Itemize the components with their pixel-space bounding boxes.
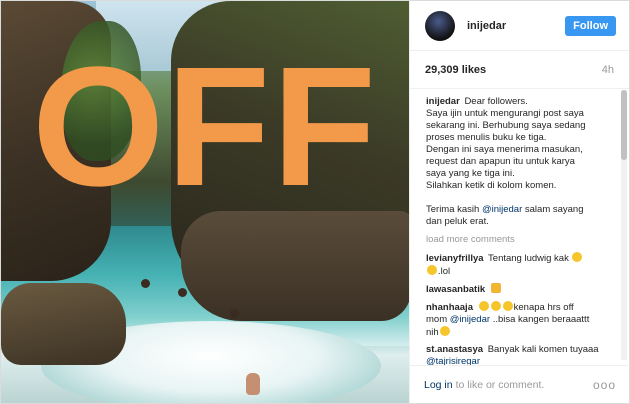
caption-line: proses menulis buku ke tiga. xyxy=(426,132,547,143)
emoji-icon xyxy=(439,326,450,336)
caption-line: Saya ijin untuk mengurangi post saya xyxy=(426,108,584,119)
post-overlay-text: OFF xyxy=(32,32,378,222)
comment-username[interactable]: levianyfrillya xyxy=(426,253,484,264)
caption-mention[interactable]: @inijedar xyxy=(482,204,522,215)
post-footer: Log in to like or comment. ooo xyxy=(410,365,630,403)
comment-item: nhanhaaja kenapa hrs off mom @inijedar .… xyxy=(426,301,612,339)
post-caption: inijedar Dear followers. Saya ijin untuk… xyxy=(426,96,612,228)
comment-text: .lol xyxy=(438,266,451,277)
post-header: inijedar Follow xyxy=(410,1,629,51)
comment-username[interactable]: lawasanbatik xyxy=(426,284,485,295)
comment-text: nih xyxy=(426,327,439,338)
caption-line: Dengan ini saya menerima masukan, xyxy=(426,144,583,155)
follow-button[interactable]: Follow xyxy=(565,15,616,36)
comments-list[interactable]: inijedar Dear followers. Saya ijin untuk… xyxy=(410,90,630,365)
comment-mention[interactable]: @inijedar xyxy=(450,314,490,325)
comment-text: ..bisa kangen beraaattt xyxy=(492,314,590,325)
post-photo[interactable]: OFF xyxy=(1,1,409,403)
login-link[interactable]: Log in xyxy=(424,379,453,391)
emoji-icon xyxy=(478,301,489,311)
caption-thanks: Terima kasih xyxy=(426,204,482,215)
caption-line: saya yang ke tiga ini. xyxy=(426,168,515,179)
emoji-icon xyxy=(427,265,437,275)
comment-text: kenapa hrs off xyxy=(513,302,574,313)
caption-username[interactable]: inijedar xyxy=(426,96,460,107)
scrollbar-thumb[interactable] xyxy=(621,90,627,160)
comments-scrollbar[interactable] xyxy=(621,90,627,360)
comment-item: levianyfrillya Tentang ludwig kak .lol xyxy=(426,252,612,278)
emoji-icon xyxy=(572,252,583,262)
comment-text: Tentang ludwig kak xyxy=(488,253,569,264)
comment-username[interactable]: nhanhaaja xyxy=(426,302,473,313)
caption-line: Silahkan ketik di kolom komen. xyxy=(426,180,557,191)
comment-item: lawasanbatik xyxy=(426,283,612,296)
more-options-icon[interactable]: ooo xyxy=(593,378,616,392)
load-more-comments-link[interactable]: load more comments xyxy=(426,234,612,246)
thumbs-up-icon xyxy=(490,283,501,293)
emoji-icon xyxy=(490,301,501,311)
avatar[interactable] xyxy=(425,10,455,41)
post-time[interactable]: 4h xyxy=(602,64,614,76)
photo-swimmer xyxy=(178,288,187,297)
header-username[interactable]: inijedar xyxy=(467,20,565,32)
likes-count[interactable]: 29,309 likes xyxy=(425,64,486,76)
caption-line: Dear followers. xyxy=(464,96,528,107)
caption-thanks-line2: dan peluk erat. xyxy=(426,216,489,227)
post-side-panel: inijedar Follow 29,309 likes 4h inijedar… xyxy=(409,1,630,403)
comment-username[interactable]: st.anastasya xyxy=(426,344,483,355)
emoji-icon xyxy=(502,301,513,311)
caption-line: request dan apapun itu untuk karya xyxy=(426,156,575,167)
caption-thanks-rest: salam sayang xyxy=(522,204,584,215)
instagram-post-window: OFF inijedar Follow 29,309 likes 4h inij… xyxy=(0,0,630,404)
comment-item: st.anastasya Banyak kali komen tuyaaa @t… xyxy=(426,344,612,365)
photo-swimmer xyxy=(246,373,260,395)
comment-text: mom xyxy=(426,314,448,325)
caption-line: sekarang ini. Berhubung saya sedang xyxy=(426,120,586,131)
photo-swimmer xyxy=(141,279,150,288)
comment-text: Banyak kali komen tuyaaa xyxy=(487,344,599,355)
photo-front-rock xyxy=(1,283,126,365)
comment-mention[interactable]: @tajrisiregar xyxy=(426,356,480,365)
photo-swimmer xyxy=(230,309,239,318)
footer-text: to like or comment. xyxy=(455,378,545,391)
post-stats: 29,309 likes 4h xyxy=(410,51,629,89)
photo-right-rock xyxy=(181,211,409,321)
